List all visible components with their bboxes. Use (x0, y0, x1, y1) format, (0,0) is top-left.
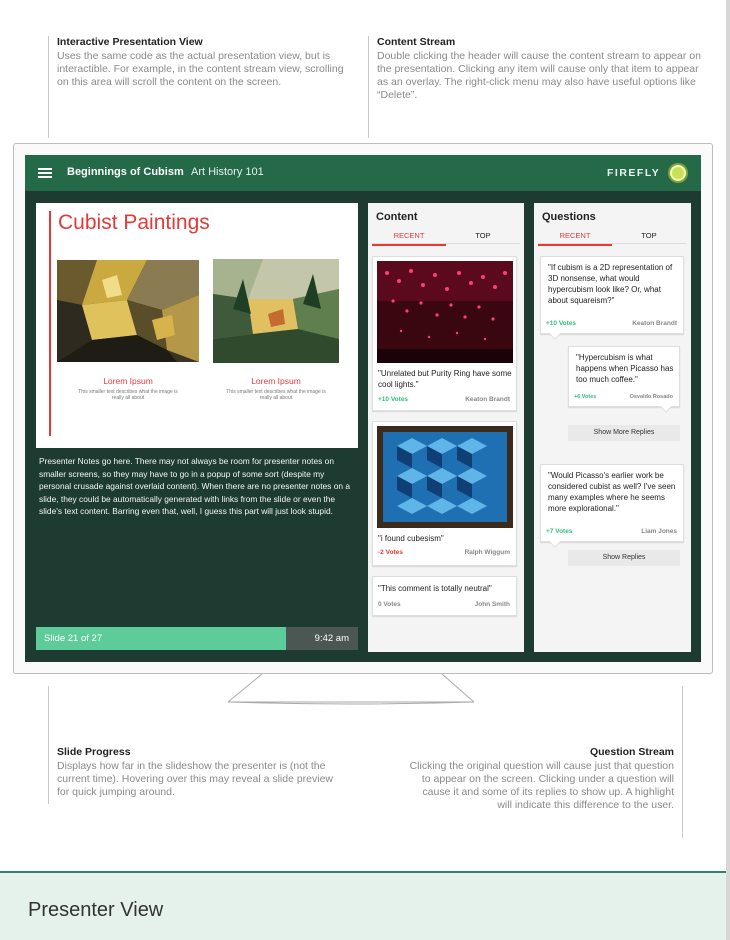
slide-image-1[interactable] (57, 260, 199, 362)
annotation-leader-line (368, 36, 369, 138)
annotation-leader-line (682, 686, 683, 838)
content-panel[interactable]: Content RECENT TOP "Unrelated but Purity… (368, 203, 524, 652)
monitor-frame: Beginnings of Cubism Art History 101 FIR… (13, 143, 713, 674)
annotation-question-stream: Question Stream Clicking the original qu… (408, 746, 674, 812)
annotation-title: Question Stream (589, 746, 674, 758)
question-text: "Would Picasso's earlier work be conside… (548, 471, 676, 513)
vote-count[interactable]: +7 Votes (546, 528, 572, 535)
tab-recent[interactable]: RECENT (538, 231, 612, 246)
questions-panel[interactable]: Questions RECENT TOP "If cubism is a 2D … (534, 203, 691, 652)
image-subtext: This smaller text describes what the ima… (226, 389, 326, 401)
vote-count[interactable]: -2 Votes (378, 549, 403, 556)
content-item-text: "i found cubesism" (378, 534, 444, 543)
show-more-replies-button[interactable]: Show More Replies (568, 425, 680, 441)
image-caption: Lorem Ipsum (251, 376, 301, 386)
content-item[interactable]: "Unrelated but Purity Ring have some coo… (372, 256, 517, 411)
reply-card[interactable]: "Hypercubism is what happens when Picass… (568, 346, 680, 413)
author-name: Keaton Brandt (632, 320, 677, 327)
slide-preview[interactable]: Cubist Paintings Lorem Ipsum This smalle… (36, 203, 358, 448)
reply-text: "Hypercubism is what happens when Picass… (576, 353, 674, 384)
annotation-title: Slide Progress (57, 746, 131, 758)
section-header: Presenter View (0, 871, 726, 940)
content-item-text: "Unrelated but Purity Ring have some coo… (378, 369, 512, 389)
annotation-title: Interactive Presentation View (57, 36, 203, 48)
page-scrollbar[interactable] (726, 0, 730, 940)
brand-logo: FIREFLY (607, 167, 661, 179)
slide-progress-bar[interactable]: Slide 21 of 27 9:42 am (36, 627, 358, 650)
content-item-text: "This comment is totally neutral" (378, 584, 492, 593)
annotation-presentation-view: Interactive Presentation View Uses the s… (57, 36, 347, 89)
live-status-icon[interactable] (670, 165, 686, 181)
vote-count[interactable]: 0 Votes (378, 601, 401, 608)
vote-count[interactable]: +6 Votes (574, 394, 596, 400)
clock-time: 9:42 am (314, 633, 349, 644)
annotation-leader-line (48, 686, 49, 804)
presentation-screen[interactable]: Beginnings of Cubism Art History 101 FIR… (25, 155, 701, 662)
question-text: "If cubism is a 2D representation of 3D … (548, 263, 673, 305)
presenter-notes: Presenter Notes go here. There may not a… (39, 456, 350, 516)
annotation-text: Clicking the original question will caus… (409, 760, 674, 811)
image-subtext: This smaller text describes what the ima… (78, 389, 178, 401)
content-image (377, 261, 513, 363)
show-replies-button[interactable]: Show Replies (568, 550, 680, 566)
annotation-text: Displays how far in the slideshow the pr… (57, 760, 334, 798)
author-name: Liam Jones (641, 528, 677, 535)
slide-accent-bar (49, 211, 51, 436)
content-item[interactable]: "i found cubesism" -2 Votes Ralph Wiggum (372, 421, 517, 566)
image-caption: Lorem Ipsum (103, 376, 153, 386)
tab-recent[interactable]: RECENT (372, 231, 446, 246)
vote-count[interactable]: +10 Votes (378, 396, 408, 403)
tab-top[interactable]: TOP (612, 231, 686, 240)
bubble-tail (549, 536, 561, 548)
annotation-content-stream: Content Stream Double clicking the heade… (377, 36, 707, 102)
slide-image-2[interactable] (213, 259, 339, 363)
deck-title: Beginnings of Cubism (67, 166, 184, 178)
slide-title: Cubist Paintings (58, 211, 210, 234)
content-item[interactable]: "This comment is totally neutral" 0 Vote… (372, 576, 517, 616)
content-image (377, 426, 513, 528)
annotation-text: Uses the same code as the actual present… (57, 50, 344, 88)
questions-panel-header[interactable]: Questions (542, 211, 596, 223)
content-panel-header[interactable]: Content (376, 211, 418, 223)
questions-tabs: RECENT TOP (538, 228, 686, 246)
question-card[interactable]: "Would Picasso's earlier work be conside… (540, 464, 684, 548)
course-name: Art History 101 (191, 166, 264, 178)
author-name: Osvaldo Rosado (629, 394, 673, 400)
annotation-title: Content Stream (377, 36, 456, 48)
question-card[interactable]: "If cubism is a 2D representation of 3D … (540, 256, 684, 340)
app-header: Beginnings of Cubism Art History 101 FIR… (25, 155, 701, 191)
tab-top[interactable]: TOP (446, 231, 520, 240)
menu-icon[interactable] (38, 168, 52, 178)
content-tabs: RECENT TOP (372, 228, 520, 246)
bubble-tail (549, 328, 561, 340)
author-name: Keaton Brandt (465, 396, 510, 403)
slide-counter: Slide 21 of 27 (44, 633, 103, 644)
section-title: Presenter View (28, 899, 164, 921)
annotation-slide-progress: Slide Progress Displays how far in the s… (57, 746, 342, 799)
author-name: Ralph Wiggum (464, 549, 510, 556)
annotation-text: Double clicking the header will cause th… (377, 50, 701, 101)
vote-count[interactable]: +10 Votes (546, 320, 576, 327)
monitor-stand (228, 674, 474, 705)
bubble-tail (660, 401, 672, 413)
author-name: John Smith (474, 601, 510, 608)
annotation-leader-line (48, 36, 49, 138)
